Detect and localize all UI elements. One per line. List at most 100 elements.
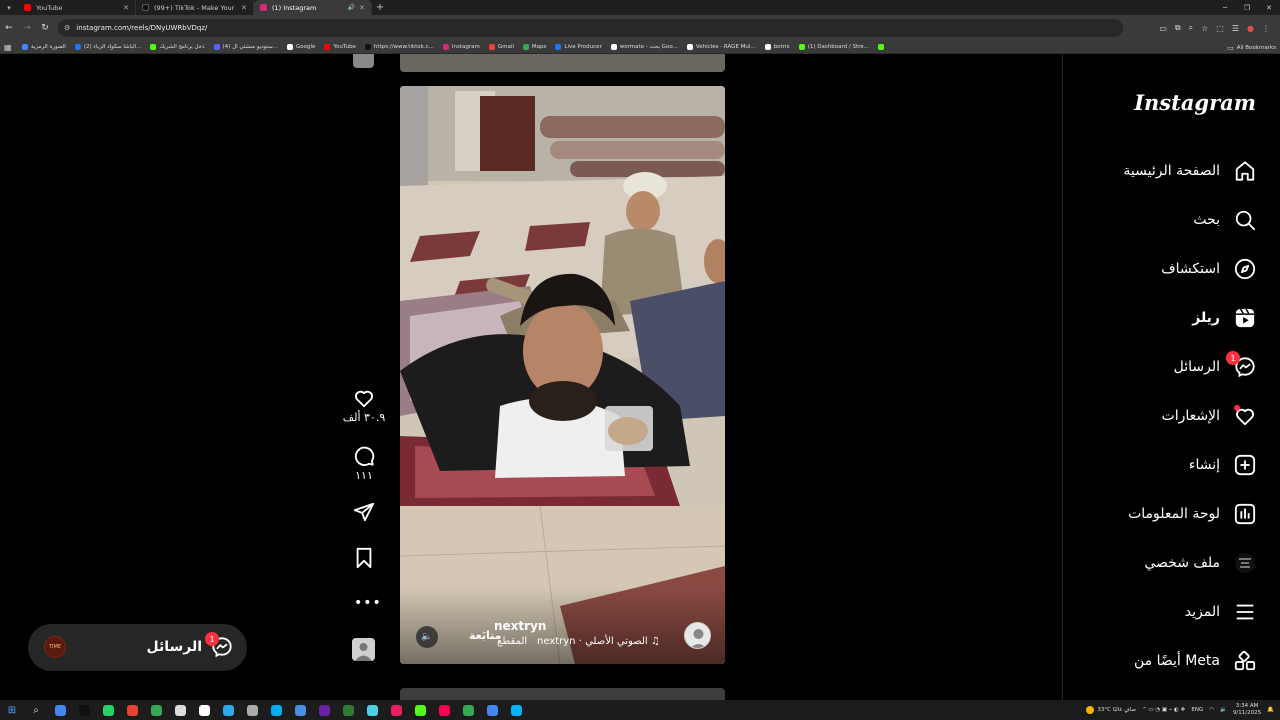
bookmark-item[interactable]: wormate - بحث Goo... bbox=[610, 44, 678, 50]
bookmark-item[interactable]: Live Producer bbox=[555, 44, 602, 50]
taskbar-search-icon[interactable]: ⌕ bbox=[24, 700, 48, 720]
taskbar-app-icon[interactable] bbox=[240, 700, 264, 720]
comment-count[interactable]: ١١١ bbox=[355, 469, 373, 482]
extensions-icon[interactable]: ⬚ bbox=[1216, 24, 1224, 33]
apps-grid-icon[interactable]: ▦ bbox=[4, 43, 22, 52]
translate-icon[interactable]: ⧉ bbox=[1175, 23, 1181, 33]
bookmark-item[interactable]: ذخل برنامج الشريك bbox=[150, 44, 205, 50]
taskbar-app-icon[interactable] bbox=[408, 700, 432, 720]
tab-tiktok[interactable]: (99+) TikTok - Make Your Day ✕ bbox=[136, 0, 254, 15]
taskbar-app-icon[interactable] bbox=[216, 700, 240, 720]
mute-button[interactable]: 🔈 bbox=[416, 626, 438, 648]
cast-icon[interactable]: ▭ bbox=[1159, 24, 1167, 33]
taskbar-app-icon[interactable] bbox=[144, 700, 168, 720]
taskbar-app-icon[interactable] bbox=[264, 700, 288, 720]
bookmark-item[interactable]: Instagram bbox=[442, 44, 480, 50]
back-button[interactable]: ← bbox=[0, 15, 18, 41]
reel-caption[interactable]: المقطع bbox=[497, 636, 527, 647]
comment-icon[interactable] bbox=[353, 445, 375, 467]
reel-video[interactable] bbox=[400, 86, 725, 664]
bookmark-item[interactable]: Google bbox=[287, 44, 315, 50]
messages-pill[interactable]: TIME الرسائل 1 bbox=[28, 624, 247, 671]
sidebar-item-reels[interactable]: ريلز bbox=[1062, 296, 1280, 340]
all-bookmarks[interactable]: ▭ All Bookmarks bbox=[1227, 41, 1276, 54]
next-reel[interactable] bbox=[400, 688, 725, 700]
previous-reel[interactable] bbox=[400, 54, 725, 72]
reading-list-icon[interactable]: ☰ bbox=[1232, 24, 1239, 33]
audio-thumbnail[interactable] bbox=[352, 638, 375, 661]
sidebar-item-search[interactable]: بحث bbox=[1062, 198, 1280, 242]
close-icon[interactable]: ✕ bbox=[123, 4, 129, 12]
like-count[interactable]: ٣٠.٩ ألف bbox=[343, 411, 386, 424]
taskbar-app-icon[interactable] bbox=[48, 700, 72, 720]
taskbar-app-icon[interactable] bbox=[192, 700, 216, 720]
taskbar-app-icon[interactable] bbox=[288, 700, 312, 720]
close-icon[interactable]: ✕ bbox=[359, 4, 365, 12]
windows-start-icon[interactable]: ⊞ bbox=[0, 700, 24, 720]
heart-icon[interactable] bbox=[353, 387, 375, 409]
taskbar-app-icon[interactable] bbox=[336, 700, 360, 720]
volume-icon[interactable]: 🔉 bbox=[1220, 707, 1227, 713]
close-icon[interactable]: ✕ bbox=[241, 4, 247, 12]
bookmark-item[interactable]: Vehicles - RAGE Mul... bbox=[686, 44, 756, 50]
taskbar-app-icon[interactable] bbox=[456, 700, 480, 720]
sidebar-item-explore[interactable]: استكشاف bbox=[1062, 247, 1280, 291]
tray-icons[interactable]: ⌃ ▭ ◔ ▣ ⌁ ◐ ❖ bbox=[1142, 707, 1185, 713]
taskbar-app-icon[interactable] bbox=[96, 700, 120, 720]
sidebar-item-profile[interactable]: ملف شخصي bbox=[1062, 541, 1280, 585]
sidebar-item-more[interactable]: المزيد bbox=[1062, 590, 1280, 634]
taskbar-app-icon[interactable] bbox=[312, 700, 336, 720]
zoom-icon[interactable]: ⌕ bbox=[1189, 23, 1193, 33]
bookmark-item[interactable]: botrix bbox=[764, 44, 790, 50]
sidebar-item-home[interactable]: الصفحة الرئيسية bbox=[1062, 149, 1280, 193]
bookmark-icon[interactable] bbox=[353, 547, 375, 569]
speaker-icon[interactable]: 🔊 bbox=[348, 4, 355, 11]
taskbar-app-icon[interactable] bbox=[432, 700, 456, 720]
bookmark-star-icon[interactable]: ☆ bbox=[1201, 24, 1208, 33]
forward-button[interactable]: → bbox=[18, 15, 36, 41]
taskbar-app-icon[interactable] bbox=[72, 700, 96, 720]
weather-widget[interactable]: 33°C صافٍ غالبًا bbox=[1086, 706, 1136, 714]
taskbar-app-icon[interactable] bbox=[480, 700, 504, 720]
sidebar-item-messages[interactable]: الرسائل 1 bbox=[1062, 345, 1280, 389]
taskbar-app-icon[interactable] bbox=[360, 700, 384, 720]
kebab-menu-icon[interactable]: ⋮ bbox=[1262, 24, 1270, 33]
reel-username[interactable]: nextryn bbox=[494, 619, 546, 633]
tab-search-icon[interactable]: ▾ bbox=[0, 0, 18, 15]
close-window-icon[interactable]: ✕ bbox=[1258, 0, 1280, 15]
previous-reel-avatar[interactable] bbox=[353, 54, 374, 68]
bookmark-item[interactable]: Maps bbox=[522, 44, 546, 50]
wifi-icon[interactable]: ◠ bbox=[1209, 707, 1214, 713]
reel-audio[interactable]: nextryn · الصوتي الأصلي ♫ bbox=[537, 636, 660, 647]
clock[interactable]: 3:34 AM 9/11/2025 bbox=[1233, 703, 1261, 717]
sidebar-item-notifications[interactable]: الإشعارات bbox=[1062, 394, 1280, 438]
bookmark-item[interactable]: https://www.tiktok.c... bbox=[364, 44, 434, 50]
share-icon[interactable] bbox=[353, 501, 375, 523]
bookmark-item[interactable]: YouTube bbox=[324, 44, 356, 50]
taskbar-app-icon[interactable] bbox=[120, 700, 144, 720]
restore-icon[interactable]: ❐ bbox=[1236, 0, 1258, 15]
tab-instagram[interactable]: (1) Instagram 🔊 ✕ bbox=[254, 0, 372, 15]
reel-author-avatar[interactable] bbox=[684, 622, 711, 649]
taskbar-app-icon[interactable] bbox=[384, 700, 408, 720]
bookmark-item[interactable]: (2) الباشا سكواد الرياء... bbox=[74, 44, 141, 50]
taskbar-app-icon[interactable] bbox=[504, 700, 528, 720]
reload-button[interactable]: ↻ bbox=[36, 15, 54, 41]
new-tab-button[interactable]: + bbox=[372, 0, 388, 15]
bookmark-item[interactable]: Gmail bbox=[488, 44, 514, 50]
bookmark-item[interactable]: الصورة الرمزية bbox=[22, 44, 66, 50]
kick-bookmark-icon[interactable] bbox=[877, 44, 884, 50]
sidebar-item-create[interactable]: إنشاء bbox=[1062, 443, 1280, 487]
minimize-icon[interactable]: ─ bbox=[1214, 0, 1236, 15]
address-bar[interactable]: ⚙ instagram.com/reels/DNyUWRbVDqz/ bbox=[58, 19, 1123, 37]
site-info-icon[interactable]: ⚙ bbox=[64, 24, 70, 32]
sidebar-item-meta[interactable]: أيضًا من Meta bbox=[1062, 639, 1280, 683]
taskbar-app-icon[interactable] bbox=[168, 700, 192, 720]
notification-bell-icon[interactable]: 🔔 bbox=[1267, 707, 1274, 713]
profile-icon[interactable]: ● bbox=[1247, 24, 1254, 33]
more-options-icon[interactable]: ••• bbox=[354, 595, 382, 611]
tab-youtube[interactable]: YouTube ✕ bbox=[18, 0, 136, 15]
language-indicator[interactable]: ENG bbox=[1191, 707, 1203, 713]
bookmark-item[interactable]: (4) ستوديو منشئي ال... bbox=[213, 44, 278, 50]
sidebar-item-dashboard[interactable]: لوحة المعلومات bbox=[1062, 492, 1280, 536]
